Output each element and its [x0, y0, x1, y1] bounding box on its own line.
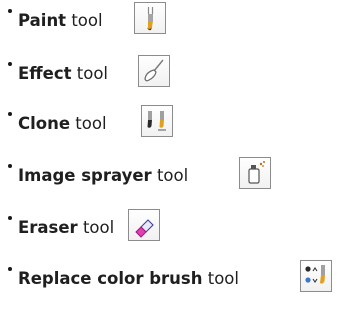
- list-item-paint-tool: Paint tool: [0, 0, 340, 40]
- list-item-effect-tool: Effect tool: [0, 53, 340, 93]
- tool-label: Clone tool: [18, 113, 107, 135]
- effect-brush-icon[interactable]: [138, 55, 170, 87]
- list-item-eraser-tool: Eraser tool: [0, 207, 340, 247]
- tool-label: Effect tool: [18, 63, 108, 85]
- tool-name: Eraser: [18, 218, 78, 237]
- bullet: [8, 62, 12, 66]
- tool-suffix: tool: [71, 11, 103, 30]
- bullet: [8, 112, 12, 116]
- tool-name: Paint: [18, 11, 67, 30]
- tool-name: Image sprayer: [18, 166, 152, 185]
- tool-name: Clone: [18, 114, 71, 133]
- tool-name: Replace color brush: [18, 269, 203, 288]
- eraser-icon[interactable]: [128, 209, 160, 241]
- tool-suffix: tool: [75, 114, 107, 133]
- tool-label: Eraser tool: [18, 217, 114, 239]
- list-item-clone-tool: Clone tool: [0, 103, 340, 143]
- list-item-replace-color-brush-tool: Replace color brush tool: [0, 258, 340, 298]
- tool-label: Replace color brush tool: [18, 268, 239, 290]
- bullet: [8, 216, 12, 220]
- tool-list: Paint tool Effect tool Clone tool Image …: [0, 0, 346, 309]
- bullet: [8, 9, 12, 13]
- tool-name: Effect: [18, 64, 72, 83]
- bullet: [8, 267, 12, 271]
- paint-brush-icon[interactable]: [134, 2, 166, 34]
- list-item-image-sprayer-tool: Image sprayer tool: [0, 155, 340, 195]
- tool-suffix: tool: [207, 269, 239, 288]
- tool-suffix: tool: [156, 166, 189, 185]
- clone-brushes-icon[interactable]: [141, 105, 173, 137]
- image-sprayer-icon[interactable]: [239, 157, 271, 189]
- tool-label: Image sprayer tool: [18, 165, 188, 187]
- replace-color-brush-icon[interactable]: [300, 260, 332, 292]
- tool-suffix: tool: [76, 64, 108, 83]
- tool-suffix: tool: [82, 218, 115, 237]
- bullet: [8, 164, 12, 168]
- tool-label: Paint tool: [18, 10, 103, 32]
